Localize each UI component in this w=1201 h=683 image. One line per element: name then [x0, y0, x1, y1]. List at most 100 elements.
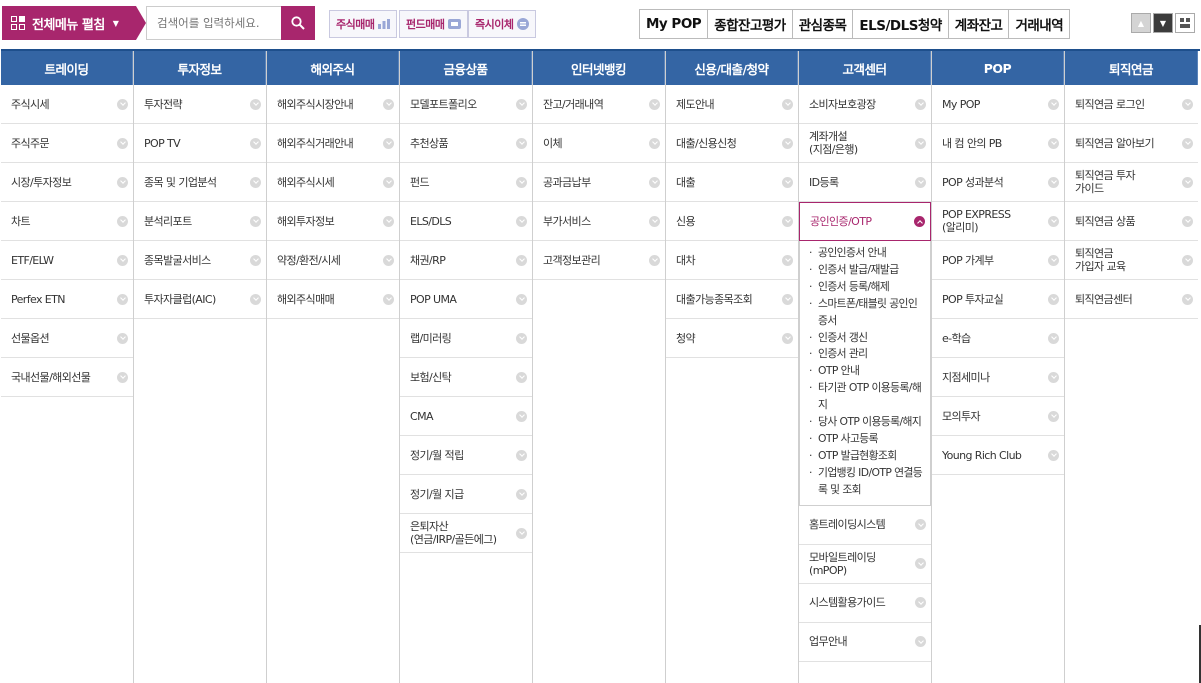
- tab-watchlist[interactable]: 관심종목: [793, 10, 854, 38]
- menu-item[interactable]: 투자전략: [134, 85, 266, 124]
- menu-item[interactable]: 해외주식거래안내: [267, 124, 399, 163]
- menu-item[interactable]: 모의투자: [932, 397, 1064, 436]
- menu-item[interactable]: 해외주식시장안내: [267, 85, 399, 124]
- menu-item[interactable]: 퇴직연금 로그인: [1065, 85, 1198, 124]
- tab-my-pop[interactable]: My POP: [640, 10, 709, 38]
- menu-item[interactable]: 투자자클럽(AIC): [134, 280, 266, 319]
- menu-column-header[interactable]: 트레이딩: [1, 51, 133, 85]
- menu-item[interactable]: 해외주식시세: [267, 163, 399, 202]
- menu-item[interactable]: ELS/DLS: [400, 202, 532, 241]
- submenu-item[interactable]: · 타기관 OTP 이용등록/해지: [809, 380, 926, 414]
- menu-item[interactable]: 주식주문: [1, 124, 133, 163]
- quick-stock-trade-button[interactable]: 주식매매: [329, 10, 398, 38]
- menu-item[interactable]: 정기/월 적립: [400, 436, 532, 475]
- menu-item[interactable]: POP UMA: [400, 280, 532, 319]
- tab-total-balance[interactable]: 종합잔고평가: [708, 10, 793, 38]
- submenu-item[interactable]: · 인증서 관리: [809, 346, 926, 363]
- menu-item[interactable]: 퇴직연금센터: [1065, 280, 1198, 319]
- menu-column-header[interactable]: 신용/대출/청약: [666, 51, 798, 85]
- menu-item[interactable]: 홈트레이딩시스템: [799, 506, 931, 545]
- menu-column-header[interactable]: 해외주식: [267, 51, 399, 85]
- menu-item[interactable]: Perfex ETN: [1, 280, 133, 319]
- menu-item[interactable]: 대출/신용신청: [666, 124, 798, 163]
- search-button[interactable]: [281, 6, 315, 40]
- layout-button[interactable]: [1175, 13, 1195, 33]
- menu-item[interactable]: POP 투자교실: [932, 280, 1064, 319]
- submenu-item[interactable]: · 공인인증서 안내: [809, 245, 926, 262]
- menu-item[interactable]: 모델포트폴리오: [400, 85, 532, 124]
- menu-column-header[interactable]: 투자정보: [134, 51, 266, 85]
- submenu-item[interactable]: · OTP 안내: [809, 363, 926, 380]
- menu-item[interactable]: 추천상품: [400, 124, 532, 163]
- menu-item[interactable]: 정기/월 지급: [400, 475, 532, 514]
- menu-item[interactable]: 국내선물/해외선물: [1, 358, 133, 397]
- menu-item[interactable]: 잔고/거래내역: [533, 85, 665, 124]
- quick-fund-trade-button[interactable]: 펀드매매: [399, 10, 469, 38]
- menu-item[interactable]: 계좌개설 (지점/은행): [799, 124, 931, 163]
- submenu-item[interactable]: · 당사 OTP 이용등록/해지: [809, 414, 926, 431]
- menu-item[interactable]: 시장/투자정보: [1, 163, 133, 202]
- menu-item[interactable]: 공인인증/OTP: [799, 202, 931, 241]
- menu-item[interactable]: 시스템활용가이드: [799, 584, 931, 623]
- menu-item[interactable]: 은퇴자산 (연금/IRP/골든에그): [400, 514, 532, 553]
- menu-item[interactable]: 고객정보관리: [533, 241, 665, 280]
- quick-transfer-button[interactable]: 즉시이체: [468, 10, 537, 38]
- menu-item[interactable]: 랩/미러링: [400, 319, 532, 358]
- menu-item[interactable]: 공과금납부: [533, 163, 665, 202]
- menu-item[interactable]: 보험/신탁: [400, 358, 532, 397]
- menu-item[interactable]: My POP: [932, 85, 1064, 124]
- menu-item[interactable]: 모바일트레이딩 (mPOP): [799, 545, 931, 584]
- menu-column-header[interactable]: 금융상품: [400, 51, 532, 85]
- menu-column-header[interactable]: POP: [932, 51, 1064, 85]
- menu-item[interactable]: 선물옵션: [1, 319, 133, 358]
- menu-item[interactable]: 대차: [666, 241, 798, 280]
- menu-item[interactable]: 신용: [666, 202, 798, 241]
- menu-item[interactable]: 업무안내: [799, 623, 931, 662]
- tab-transaction-history[interactable]: 거래내역: [1009, 10, 1069, 38]
- menu-item[interactable]: 차트: [1, 202, 133, 241]
- menu-item[interactable]: 종목 및 기업분석: [134, 163, 266, 202]
- all-menu-button[interactable]: 전체메뉴 펼침 ▼: [2, 6, 136, 40]
- tab-account-balance[interactable]: 계좌잔고: [949, 10, 1010, 38]
- menu-item[interactable]: 해외주식매매: [267, 280, 399, 319]
- tab-els-dls-subscription[interactable]: ELS/DLS청약: [853, 10, 949, 38]
- menu-item[interactable]: 지점세미나: [932, 358, 1064, 397]
- submenu-item[interactable]: · OTP 발급현황조회: [809, 448, 926, 465]
- menu-item[interactable]: 약정/환전/시세: [267, 241, 399, 280]
- chevron-down-button[interactable]: ▼: [1153, 13, 1173, 33]
- menu-item[interactable]: POP 성과분석: [932, 163, 1064, 202]
- search-input[interactable]: [146, 6, 281, 40]
- menu-item[interactable]: Young Rich Club: [932, 436, 1064, 475]
- menu-item[interactable]: 해외투자정보: [267, 202, 399, 241]
- menu-item[interactable]: 퇴직연금 알아보기: [1065, 124, 1198, 163]
- menu-item[interactable]: 청약: [666, 319, 798, 358]
- menu-item[interactable]: 이체: [533, 124, 665, 163]
- menu-item[interactable]: 채권/RP: [400, 241, 532, 280]
- menu-item[interactable]: CMA: [400, 397, 532, 436]
- submenu-item[interactable]: · 인증서 발급/재발급: [809, 262, 926, 279]
- menu-item[interactable]: 종목발굴서비스: [134, 241, 266, 280]
- menu-item[interactable]: 소비자보호광장: [799, 85, 931, 124]
- menu-item[interactable]: POP TV: [134, 124, 266, 163]
- menu-item[interactable]: 부가서비스: [533, 202, 665, 241]
- menu-column-header[interactable]: 인터넷뱅킹: [533, 51, 665, 85]
- menu-item[interactable]: 퇴직연금 투자 가이드: [1065, 163, 1198, 202]
- menu-item[interactable]: 펀드: [400, 163, 532, 202]
- menu-item[interactable]: POP EXPRESS (알리미): [932, 202, 1064, 241]
- submenu-item[interactable]: · OTP 사고등록: [809, 431, 926, 448]
- menu-item[interactable]: 주식시세: [1, 85, 133, 124]
- menu-item[interactable]: 대출: [666, 163, 798, 202]
- menu-item[interactable]: e-학습: [932, 319, 1064, 358]
- menu-column-header[interactable]: 고객센터: [799, 51, 931, 85]
- menu-item[interactable]: 분석리포트: [134, 202, 266, 241]
- menu-item[interactable]: 대출가능종목조회: [666, 280, 798, 319]
- chevron-up-button[interactable]: ▲: [1131, 13, 1151, 33]
- menu-item[interactable]: POP 가계부: [932, 241, 1064, 280]
- submenu-item[interactable]: · 인증서 갱신: [809, 330, 926, 347]
- menu-item[interactable]: ID등록: [799, 163, 931, 202]
- menu-column-header[interactable]: 퇴직연금: [1065, 51, 1198, 85]
- menu-item[interactable]: 퇴직연금 가입자 교육: [1065, 241, 1198, 280]
- submenu-item[interactable]: · 인증서 등록/해제: [809, 279, 926, 296]
- menu-item[interactable]: 내 컴 안의 PB: [932, 124, 1064, 163]
- submenu-item[interactable]: · 기업뱅킹 ID/OTP 연결등록 및 조회: [809, 465, 926, 499]
